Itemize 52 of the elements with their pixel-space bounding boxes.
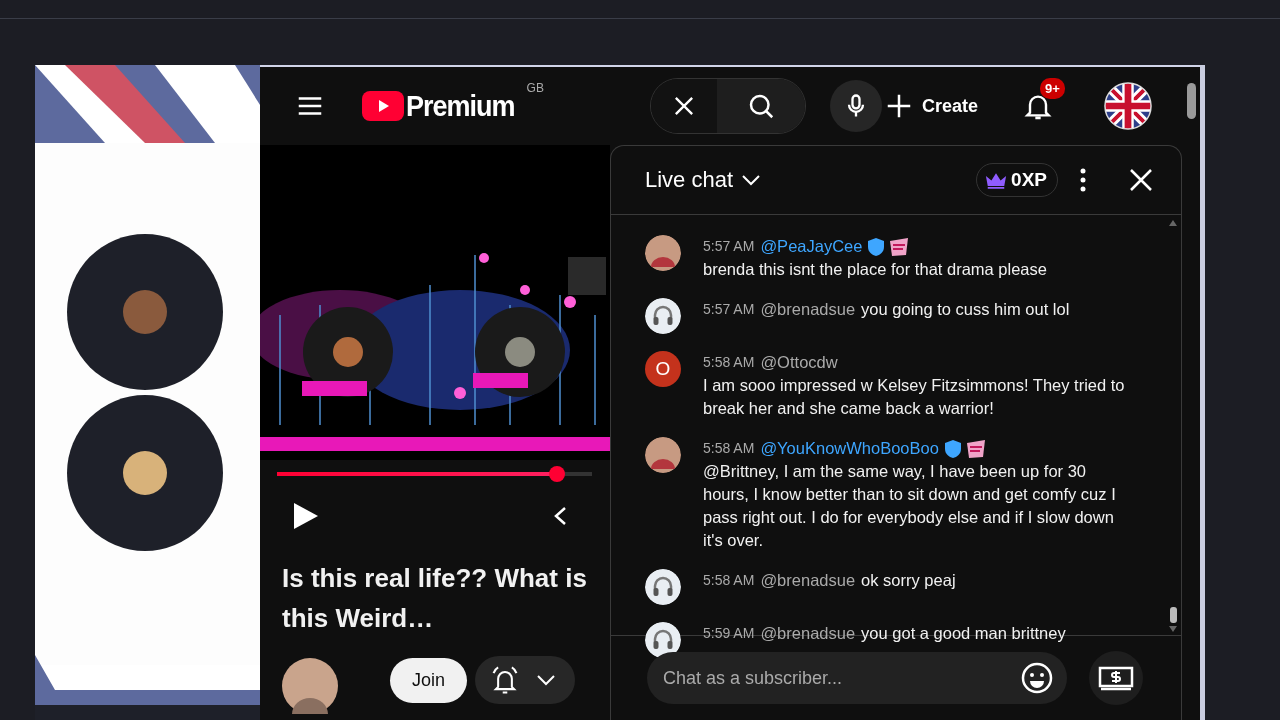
message-time: 5:57 AM xyxy=(703,300,755,319)
close-icon[interactable] xyxy=(1129,168,1153,192)
message-time: 5:57 AM xyxy=(703,237,755,256)
chevron-down-icon xyxy=(741,174,762,186)
join-button[interactable]: Join xyxy=(390,657,468,703)
member-shield-icon xyxy=(868,237,885,256)
play-logo-icon xyxy=(362,91,404,121)
author-name[interactable]: @brenadsue xyxy=(760,298,856,321)
logo-text[interactable]: Premium xyxy=(406,88,515,124)
notification-count-badge: 9+ xyxy=(1039,78,1065,99)
search-icon[interactable] xyxy=(716,79,805,133)
user-avatar xyxy=(645,235,681,271)
message-text: you going to cuss him out lol xyxy=(861,299,1070,320)
author-name[interactable]: @brenadsue xyxy=(760,569,856,592)
video-title: Is this real life?? What is this Weird… xyxy=(282,562,588,635)
author-name[interactable]: @brenadsue xyxy=(760,622,856,645)
message-time: 5:58 AM xyxy=(703,439,755,458)
message-time: 5:58 AM xyxy=(703,571,755,590)
headphones-avatar xyxy=(645,298,681,334)
message-text: @Brittney, I am the same way, I have been up for 30 hours, I know better than to sit down and get comfy cuz I pass right out. I do for everybody else and if I slow down it's over. xyxy=(703,461,1117,551)
member-shield-icon xyxy=(944,439,961,458)
account-avatar[interactable] xyxy=(1103,82,1152,130)
channel-avatar[interactable] xyxy=(282,658,338,714)
more-options-icon[interactable] xyxy=(1080,168,1086,192)
user-avatar xyxy=(645,437,681,473)
scrollbar-thumb[interactable] xyxy=(1186,83,1196,119)
chevron-left-icon[interactable] xyxy=(553,506,567,526)
chat-input-field[interactable]: Chat as a subscriber... xyxy=(647,652,1067,704)
message-text: I am sooo impressed w Kelsey Fitzsimmons! They tried to break her and she came back a warrior! xyxy=(703,375,1126,419)
dollar-bill-icon xyxy=(1098,665,1134,691)
author-name[interactable]: @Ottocdw xyxy=(760,351,838,374)
play-icon[interactable] xyxy=(293,502,319,530)
progress-handle[interactable] xyxy=(549,466,566,482)
message-text: brenda this isnt the place for that drama please xyxy=(703,259,1047,280)
crown-icon xyxy=(985,171,1008,189)
notification-settings-button[interactable] xyxy=(475,656,576,704)
create-button[interactable]: Create xyxy=(883,91,978,121)
scroll-down-icon[interactable] xyxy=(1168,625,1178,633)
user-avatar: O xyxy=(645,351,681,387)
scrollbar-thumb[interactable] xyxy=(1169,607,1177,623)
region-code: GB xyxy=(526,80,544,95)
message-text: you got a good man brittney xyxy=(861,623,1066,644)
message-time: 5:58 AM xyxy=(703,353,755,372)
headphones-avatar xyxy=(645,569,681,605)
author-name[interactable]: @YouKnowWhoBooBoo xyxy=(760,437,939,460)
author-name[interactable]: @PeaJayCee xyxy=(760,235,863,258)
emoji-icon[interactable] xyxy=(1021,662,1053,694)
chevron-down-icon xyxy=(535,674,558,686)
message-time: 5:59 AM xyxy=(703,624,755,643)
scroll-up-icon[interactable] xyxy=(1168,219,1178,227)
live-chat-dropdown[interactable]: Live chat xyxy=(645,167,762,193)
message-text: ok sorry peaj xyxy=(861,570,956,591)
